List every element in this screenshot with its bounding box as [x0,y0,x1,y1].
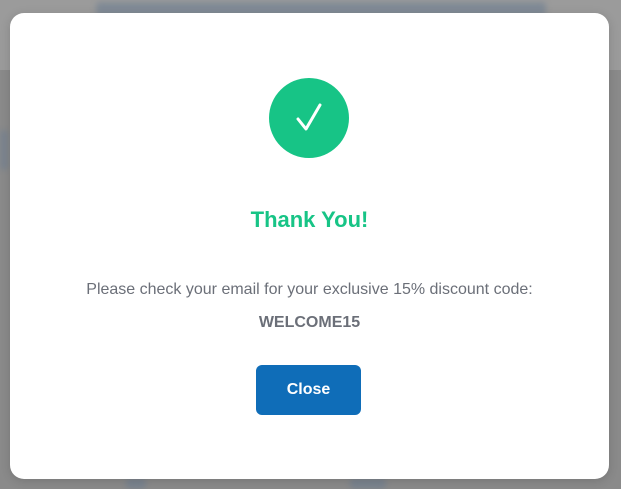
discount-code: WELCOME15 [258,314,361,331]
background-footer-blur-right [350,478,386,489]
thank-you-modal: Thank You! Please check your email for y… [10,13,609,479]
check-icon [289,98,329,138]
background-footer-blur-left [126,478,146,489]
close-button[interactable]: Close [256,365,361,415]
modal-title: Thank You! [250,207,369,232]
background-edge-blur [0,130,8,170]
modal-message: Please check your email for your exclusi… [86,281,533,298]
success-badge [269,78,349,158]
